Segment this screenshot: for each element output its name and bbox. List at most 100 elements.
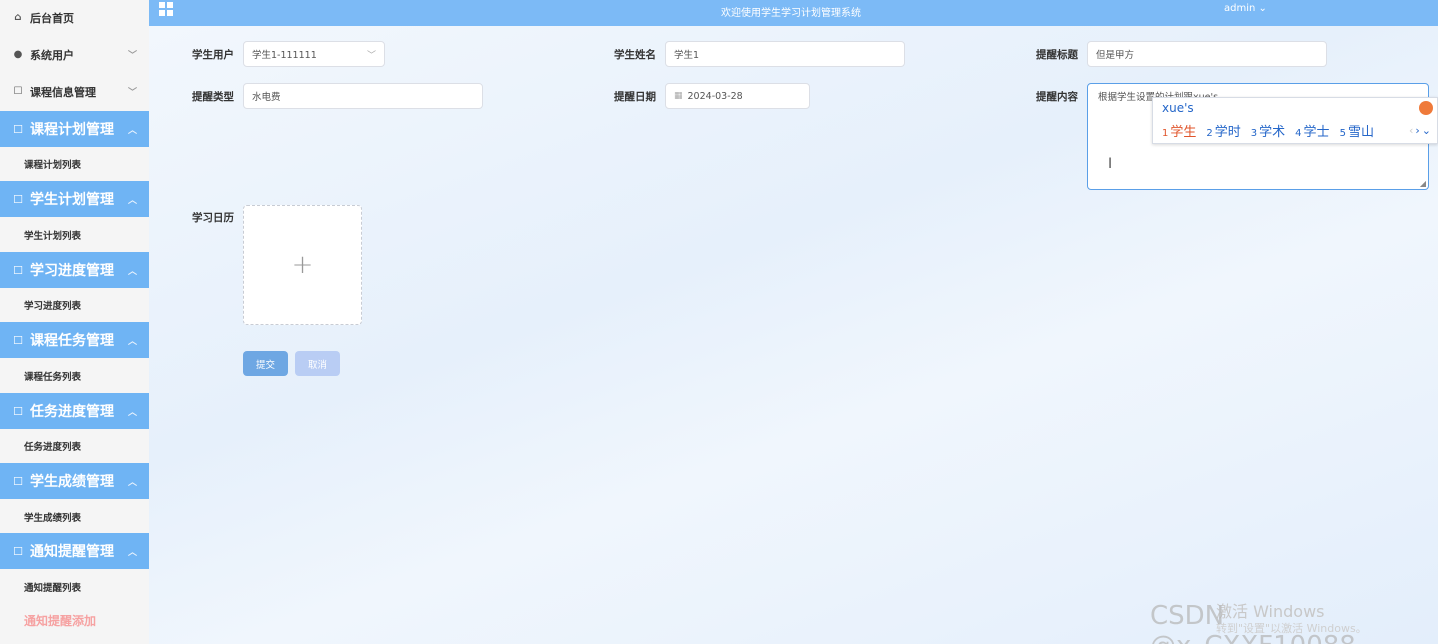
candidate-number: 2	[1206, 128, 1213, 139]
ime-candidate[interactable]: 1 学生	[1162, 121, 1196, 140]
remind-type-value: 水电费	[252, 92, 281, 103]
student-user-label: 学生用户	[192, 49, 234, 61]
document-icon: ☐	[13, 192, 23, 206]
remind-type-field[interactable]: 水电费	[243, 83, 483, 109]
sidebar-section-student-score[interactable]: ☐ 学生成绩管理 ︿	[0, 463, 149, 499]
ime-candidate[interactable]: 2 学时	[1206, 121, 1240, 140]
student-name-label: 学生姓名	[614, 49, 656, 61]
candidate-number: 5	[1339, 128, 1346, 139]
sidebar-section-student-plan[interactable]: ☐ 学生计划管理 ︿	[0, 181, 149, 217]
student-name-field[interactable]: 学生1	[665, 41, 905, 67]
remind-title-field[interactable]: 但是甲方	[1087, 41, 1327, 67]
student-user-select[interactable]: 学生1-111111 ﹀	[243, 41, 385, 67]
menu-grid-icon[interactable]	[159, 2, 173, 16]
sidebar-item-label: 后台首页	[30, 11, 74, 25]
sidebar-section-notification[interactable]: ☐ 通知提醒管理 ︿	[0, 533, 149, 569]
sidebar-section-title: 学习进度管理	[30, 263, 114, 279]
candidate-number: 3	[1250, 128, 1258, 139]
chevron-up-icon: ︿	[127, 125, 137, 136]
candidate-text: 学生	[1170, 125, 1197, 140]
sidebar-item-task-progress-list[interactable]: 任务进度列表	[0, 429, 149, 463]
sidebar-section-title: 任务进度管理	[30, 404, 114, 420]
sidebar-item-student-score-list[interactable]: 学生成绩列表	[0, 500, 149, 534]
sidebar-section-title: 学生计划管理	[30, 192, 114, 208]
chevron-up-icon: ︿	[127, 547, 137, 558]
sidebar-section-title: 课程计划管理	[30, 122, 114, 138]
plus-icon: +	[291, 250, 314, 280]
document-icon: ☐	[13, 86, 23, 97]
chevron-up-icon: ︿	[127, 195, 137, 206]
chevron-down-icon: ﹀	[127, 51, 137, 61]
sidebar-item-label: 学生成绩列表	[24, 513, 82, 524]
calendar-icon: ▦	[674, 91, 683, 101]
csdn-watermark: CSDN @x_CXXF10088	[1150, 601, 1356, 644]
sidebar-item-label: 任务进度列表	[24, 442, 82, 453]
candidate-text: 学士	[1303, 125, 1330, 140]
student-name-value: 学生1	[674, 50, 700, 61]
chevron-up-icon: ︿	[127, 266, 137, 277]
ime-pinyin: xue's	[1162, 101, 1194, 115]
candidate-number: 1	[1162, 128, 1169, 139]
sidebar-item-course-info[interactable]: ☐ 课程信息管理 ﹀	[0, 74, 149, 109]
sidebar-item-label: 通知提醒添加	[24, 613, 97, 628]
sidebar-item-system-users[interactable]: ● 系统用户 ﹀	[0, 37, 149, 72]
chevron-up-icon: ︿	[127, 477, 137, 488]
sidebar-section-title: 学生成绩管理	[30, 474, 114, 490]
ime-nav: ‹›⌄	[1409, 124, 1433, 137]
sidebar-section-learning-progress[interactable]: ☐ 学习进度管理 ︿	[0, 252, 149, 288]
sidebar-item-notification-add[interactable]: 通知提醒添加	[0, 603, 149, 637]
sidebar-item-home[interactable]: ⌂ 后台首页	[0, 0, 149, 35]
submit-button[interactable]: 提交	[243, 351, 288, 376]
sidebar-item-label: 通知提醒列表	[24, 583, 82, 594]
sidebar-item-label: 系统用户	[30, 48, 74, 62]
student-user-value: 学生1-111111	[252, 50, 317, 61]
sidebar-section-course-plan[interactable]: ☐ 课程计划管理 ︿	[0, 111, 149, 147]
remind-title-label: 提醒标题	[1036, 49, 1078, 61]
candidate-text: 雪山	[1347, 125, 1374, 140]
sidebar-item-course-plan-list[interactable]: 课程计划列表	[0, 147, 149, 181]
header-title: 欢迎使用学生学习计划管理系统	[721, 8, 861, 19]
sidebar-item-label: 课程计划列表	[24, 160, 82, 171]
image-upload[interactable]: +	[243, 205, 362, 325]
chevron-up-icon: ︿	[127, 407, 137, 418]
ime-candidate[interactable]: 4 学士	[1295, 121, 1329, 140]
home-icon: ⌂	[14, 12, 22, 23]
chevron-up-icon: ︿	[127, 336, 137, 347]
remind-date-label: 提醒日期	[614, 91, 656, 103]
ime-logo-icon	[1419, 101, 1433, 115]
sidebar-item-student-plan-list[interactable]: 学生计划列表	[0, 218, 149, 252]
chevron-down-icon: ﹀	[366, 50, 376, 61]
chevron-down-icon[interactable]: ⌄	[1422, 124, 1433, 137]
sidebar-item-label: 学习进度列表	[24, 301, 82, 312]
text-cursor-icon: I	[1108, 156, 1113, 172]
resize-handle-icon[interactable]: ◢	[1420, 179, 1426, 188]
remind-date-picker[interactable]: ▦ 2024-03-28	[665, 83, 810, 109]
sidebar-item-label: 课程信息管理	[30, 85, 96, 99]
ime-candidate[interactable]: 5 雪山	[1340, 121, 1374, 140]
cancel-button[interactable]: 取消	[295, 351, 340, 376]
sidebar-item-notification-list[interactable]: 通知提醒列表	[0, 570, 149, 604]
ime-candidate[interactable]: 3 学术	[1251, 121, 1285, 140]
candidate-number: 4	[1295, 128, 1302, 139]
sidebar-item-course-task-list[interactable]: 课程任务列表	[0, 359, 149, 393]
remind-content-label: 提醒内容	[1036, 91, 1078, 103]
sidebar-item-learning-progress-list[interactable]: 学习进度列表	[0, 288, 149, 322]
sidebar-section-task-progress[interactable]: ☐ 任务进度管理 ︿	[0, 393, 149, 429]
document-icon: ☐	[13, 474, 23, 488]
document-icon: ☐	[13, 122, 23, 136]
sidebar-section-course-task[interactable]: ☐ 课程任务管理 ︿	[0, 322, 149, 358]
user-menu[interactable]: admin ⌄	[1224, 3, 1267, 14]
document-icon: ☐	[13, 544, 23, 558]
user-name: admin	[1224, 3, 1256, 14]
ime-candidate-popup: xue's 1 学生 2 学时 3 学术 4 学士 5 雪山 ‹›⌄	[1152, 97, 1438, 144]
user-icon: ●	[13, 49, 23, 60]
remind-date-value: 2024-03-28	[687, 90, 743, 102]
document-icon: ☐	[13, 404, 23, 418]
sidebar-item-label: 学生计划列表	[24, 231, 82, 242]
chevron-down-icon: ﹀	[127, 88, 137, 98]
remind-title-value: 但是甲方	[1096, 50, 1135, 61]
chevron-down-icon: ⌄	[1258, 3, 1267, 14]
document-icon: ☐	[13, 333, 23, 347]
top-bar: 欢迎使用学生学习计划管理系统 admin ⌄	[149, 0, 1438, 26]
sidebar-section-title: 通知提醒管理	[30, 544, 114, 560]
